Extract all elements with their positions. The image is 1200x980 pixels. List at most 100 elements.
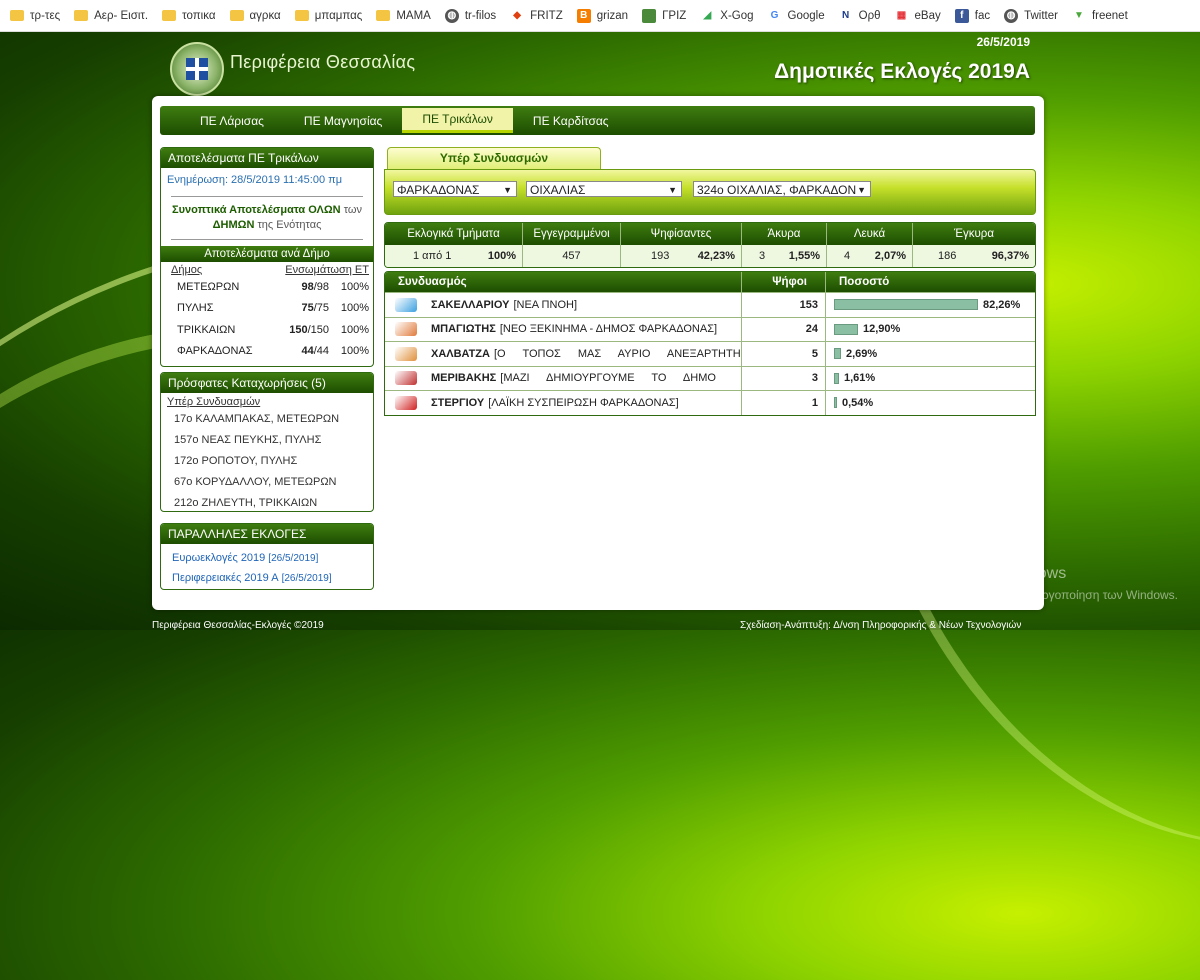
result-row: ΣΤΕΡΓΙΟΥ [ΛΑΪΚΗ ΣΥΣΠΕΙΡΩΣΗ ΦΑΡΚΑΔΟΝΑΣ] 1 0,… — [385, 390, 1035, 415]
recent-box: Πρόσφατες Καταχωρήσεις (5) Υπέρ Συνδυασμ… — [160, 372, 374, 512]
candidate-name: ΧΑΛΒΑΤΖΑ — [431, 347, 490, 360]
dimo-pct: 100% — [340, 280, 369, 293]
candidate-name: ΣΑΚΕΛΛΑΡΙΟΥ — [431, 298, 510, 311]
bookmark-label: Ορθ — [858, 9, 881, 22]
dimo-name[interactable]: ΜΕΤΕΩΡΩΝ — [161, 276, 268, 298]
bookmark-label: Twitter — [1024, 9, 1058, 22]
vote-share-bar — [834, 323, 858, 335]
candidate-name: ΣΤΕΡΓΙΟΥ — [431, 396, 485, 409]
dimo-pct: 100% — [340, 302, 369, 315]
vote-share-pct: 82,26% — [983, 298, 1021, 311]
footer-left: Περιφέρεια Θεσσαλίας-Εκλογές ©2019 — [152, 620, 324, 631]
bookmark-item[interactable]: ΜΑΜΑ — [376, 10, 431, 22]
candidate-name: ΜΕΡΙΒΑΚΗΣ — [431, 372, 497, 385]
parallel-election-link[interactable]: Περιφερειακές 2019 Α [26/5/2019] — [161, 567, 373, 587]
bookmark-label: ΓΡΙΖ — [662, 9, 687, 22]
page-title: Δημοτικές Εκλογές 2019Α — [774, 60, 1030, 83]
dimo-name[interactable]: ΠΥΛΗΣ — [161, 298, 268, 320]
bookmark-item[interactable]: ◆ FRITZ — [510, 9, 562, 23]
tab-yper-syndyasmon[interactable]: Υπέρ Συνδυασμών — [387, 147, 601, 170]
bookmark-item[interactable]: ▦ eBay — [895, 9, 941, 23]
bookmark-item[interactable]: τρ-τες — [10, 10, 60, 22]
update-time: Ενημέρωση: 28/5/2019 11:45:00 πμ — [167, 174, 343, 186]
bookmark-label: fac — [974, 9, 991, 22]
chevron-down-icon: ▼ — [668, 185, 677, 195]
result-row: ΧΑΛΒΑΤΖΑ [Ο ΤΟΠΟΣ ΜΑΣ ΑΥΡΙΟ ΑΝΕΞΑΡΤΗΤΗ 5 2,… — [385, 341, 1035, 366]
main-panel: ΠΕ Λάρισας ΠΕ Μαγνησίας ΠΕ Τρικάλων ΠΕ Κ… — [152, 96, 1044, 610]
candidate-name: ΜΠΑΓΙΩΤΗΣ — [431, 323, 496, 336]
party-logo-icon — [395, 322, 417, 337]
bookmark-item[interactable]: Bgrizan — [576, 8, 628, 23]
bookmark-item[interactable]: ΓΡΙΖ — [642, 8, 687, 23]
folder-icon — [74, 10, 89, 21]
bookmark-item[interactable]: ▼ freenet — [1072, 9, 1128, 23]
results-box: Αποτελέσματα ΠΕ Τρικάλων Ενημέρωση: 28/5… — [160, 147, 374, 367]
vote-share-bar — [834, 348, 841, 360]
vote-share-bar — [834, 397, 837, 409]
party-logo-icon — [395, 297, 417, 312]
recent-subtitle: Υπέρ Συνδυασμών — [167, 396, 261, 408]
tab-larisa[interactable]: ΠΕ Λάρισας — [180, 110, 284, 132]
folder-icon — [376, 10, 391, 21]
parallel-elections-box: ΠΑΡΑΛΛΗΛΕΣ ΕΚΛΟΓΕΣ Ευρωεκλογές 2019 [26/5… — [160, 523, 374, 590]
bookmark-item[interactable]: ◍ Twitter — [1004, 8, 1058, 23]
dimo-row[interactable]: ΜΕΤΕΩΡΩΝ 98/98 100% — [161, 276, 373, 298]
recent-item[interactable]: 157ο ΝΕΑΣ ΠΕΥΚΗΣ, ΠΥΛΗΣ — [161, 429, 373, 450]
folder-icon — [229, 10, 244, 21]
vote-share-pct: 1,61% — [844, 372, 876, 385]
dimo-pct: 100% — [340, 323, 369, 336]
folder-icon — [10, 10, 24, 21]
bookmark-item[interactable]: ◍ tr-filos — [444, 8, 496, 23]
bookmark-item[interactable]: Αερ- Εισιτ. — [74, 10, 148, 22]
party-name: [ΜΑΖΙ ΔΗΜΙΟΥΡΓΟΥΜΕ ΤΟ ΔΗΜΟ — [500, 372, 716, 385]
result-row: ΣΑΚΕΛΛΑΡΙΟΥ [ΝΕΑ ΠΝΟΗ] 153 82,26% — [385, 292, 1035, 317]
tab-karditsa[interactable]: ΠΕ Καρδίτσας — [513, 110, 629, 132]
bookmark-item[interactable]: τοπικα — [162, 9, 216, 22]
tab-magnisia[interactable]: ΠΕ Μαγνησίας — [284, 110, 402, 132]
fritz-icon: ◆ — [513, 10, 521, 21]
party-logo-icon — [395, 395, 417, 410]
dimo-name[interactable]: ΦΑΡΚΑΔΟΝΑΣ — [161, 341, 268, 363]
election-date: 26/5/2019 — [976, 35, 1030, 49]
recent-item[interactable]: 67ο ΚΟΡΥΔΑΛΛΟΥ, ΜΕΤΕΩΡΩΝ — [161, 471, 373, 492]
recent-item[interactable]: 17ο ΚΑΛΑΜΠΑΚΑΣ, ΜΕΤΕΩΡΩΝ — [161, 408, 373, 429]
result-row: ΜΠΑΓΙΩΤΗΣ [ΝΕΟ ΞΕΚΙΝΗΜΑ - ΔΗΜΟΣ ΦΑΡΚΑΔΟΝΑ… — [385, 316, 1035, 341]
recent-item[interactable]: 212ο ΖΗΛΕΥΤΗ, ΤΡΙΚΚΑΙΩΝ — [161, 492, 373, 511]
tmima-select[interactable]: 324ο ΟΙΧΑΛΙΑΣ, ΦΑΡΚΑΔΟΝ ▼ — [693, 181, 871, 197]
filter-bar: ΦΑΡΚΑΔΟΝΑΣ ▼ ΟΙΧΑΛΙΑΣ ▼ 324ο ΟΙΧΑΛΙΑΣ, ΦΑΡ… — [384, 169, 1036, 215]
per-dimo-header: Αποτελέσματα ανά Δήμο — [161, 246, 373, 262]
maps-icon: ◢ — [703, 10, 712, 21]
folder-icon — [294, 10, 309, 21]
globe-icon: ◍ — [1004, 8, 1019, 23]
summary-link[interactable]: Συνοπτικά Αποτελέσματα ΟΛΩΝ — [172, 204, 341, 216]
globe-icon: ◍ — [444, 8, 459, 23]
dimo-row[interactable]: ΦΑΡΚΑΔΟΝΑΣ 44/44 100% — [161, 341, 373, 363]
summary-link-dimon[interactable]: ΔΗΜΩΝ — [213, 219, 255, 231]
dimos-select[interactable]: ΦΑΡΚΑΔΟΝΑΣ ▼ — [393, 181, 517, 197]
bookmark-item[interactable]: N Ορθ — [839, 9, 881, 23]
summary-line: Συνοπτικά Αποτελέσματα ΟΛΩΝ των ΔΗΜΩΝ τη… — [172, 204, 362, 231]
ebay-icon: ▦ — [896, 10, 907, 21]
tab-trikala[interactable]: ΠΕ Τρικάλων — [402, 108, 513, 133]
windows-activation-title: Ενεργοποιήστε τα Windows — [870, 565, 1067, 582]
enotita-select[interactable]: ΟΙΧΑΛΙΑΣ ▼ — [526, 181, 682, 197]
bookmark-item[interactable]: αγρκα — [229, 10, 281, 22]
image-icon — [642, 8, 657, 23]
dimo-count: 98/98 — [301, 280, 329, 293]
blogger-icon: B — [576, 8, 591, 23]
dimo-count: 75/75 — [301, 302, 329, 315]
dimo-row[interactable]: ΤΡΙΚΚΑΙΩΝ 150/150 100% — [161, 319, 373, 341]
dimo-name[interactable]: ΤΡΙΚΚΑΙΩΝ — [161, 319, 268, 341]
chevron-down-icon: ▼ — [857, 185, 866, 195]
bookmark-item[interactable]: μπαμπας — [294, 10, 362, 22]
bookmark-item[interactable]: f fac — [954, 8, 991, 23]
recent-item[interactable]: 172ο ΡΟΠΟΤΟΥ, ΠΥΛΗΣ — [161, 450, 373, 471]
votes: 153 — [742, 293, 826, 317]
dimo-row[interactable]: ΠΥΛΗΣ 75/75 100% — [161, 298, 373, 320]
bookmark-label: τοπικα — [182, 9, 216, 22]
parallel-election-link[interactable]: Ευρωεκλογές 2019 [26/5/2019] — [161, 547, 373, 567]
bookmark-item[interactable]: ◢ X-Gog — [700, 9, 753, 23]
vote-share-bar — [834, 372, 839, 384]
parallel-box-title: ΠΑΡΑΛΛΗΛΕΣ ΕΚΛΟΓΕΣ — [161, 524, 373, 544]
bookmark-item[interactable]: G Google — [768, 9, 825, 23]
